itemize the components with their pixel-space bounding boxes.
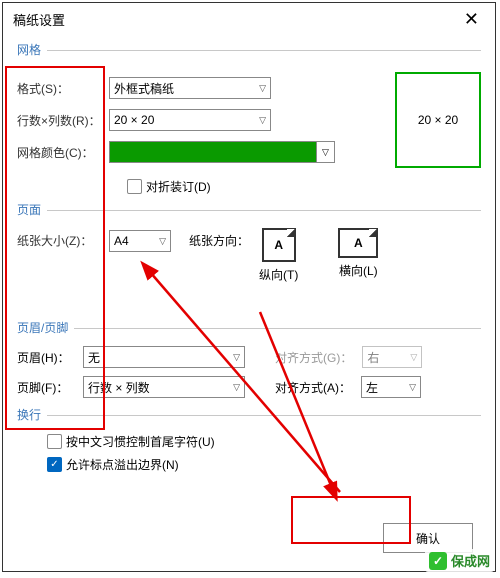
footer-select[interactable]: 行数 × 列数▽ <box>83 376 245 398</box>
fold-checkbox[interactable] <box>127 179 142 194</box>
label-overflow: 允许标点溢出边界(N) <box>66 456 179 473</box>
group-grid: 网格 <box>17 41 41 60</box>
align-a-select[interactable]: 左▽ <box>361 376 421 398</box>
group-wrap: 换行 <box>17 406 41 425</box>
label-format: 格式(S)： <box>17 80 109 97</box>
format-select[interactable]: 外框式稿纸▽ <box>109 77 271 99</box>
chevron-down-icon: ▽ <box>233 352 240 363</box>
grid-preview: 20 × 20 <box>395 72 481 168</box>
label-paperorient: 纸张方向： <box>189 232 249 249</box>
cjk-checkbox[interactable] <box>47 434 62 449</box>
chevron-down-icon: ▽ <box>159 236 166 247</box>
chevron-down-icon: ▽ <box>259 83 266 94</box>
watermark-icon: ✓ <box>429 552 447 570</box>
label-align-a: 对齐方式(A)： <box>275 379 351 396</box>
group-page: 页面 <box>17 201 41 220</box>
dialog-title: 稿纸设置 <box>13 10 65 29</box>
chevron-down-icon: ▽ <box>259 115 266 126</box>
gridcolor-select[interactable]: ▽ <box>109 141 335 163</box>
label-cjk: 按中文习惯控制首尾字符(U) <box>66 433 215 450</box>
header-select[interactable]: 无▽ <box>83 346 245 368</box>
label-portrait: 纵向(T) <box>259 266 298 283</box>
label-align-g: 对齐方式(G)： <box>275 349 352 366</box>
align-g-select: 右▽ <box>362 346 422 368</box>
label-fold: 对折装订(D) <box>146 178 211 195</box>
overflow-checkbox[interactable]: ✓ <box>47 457 62 472</box>
papersize-select[interactable]: A4▽ <box>109 230 171 252</box>
chevron-down-icon: ▽ <box>409 382 416 393</box>
chevron-down-icon: ▽ <box>233 382 240 393</box>
portrait-icon[interactable]: A <box>262 228 296 262</box>
rowscols-select[interactable]: 20 × 20▽ <box>109 109 271 131</box>
label-landscape: 横向(L) <box>339 262 378 279</box>
label-papersize: 纸张大小(Z)： <box>17 228 109 249</box>
watermark: ✓ 保成网 <box>425 549 494 572</box>
label-header: 页眉(H)： <box>17 349 73 366</box>
chevron-down-icon: ▽ <box>410 352 417 363</box>
group-headerfooter: 页眉/页脚 <box>17 319 68 338</box>
close-icon[interactable]: ✕ <box>458 7 485 32</box>
label-gridcolor: 网格颜色(C)： <box>17 144 109 161</box>
landscape-icon[interactable]: A <box>338 228 378 258</box>
color-swatch <box>110 142 316 162</box>
chevron-down-icon: ▽ <box>316 142 334 162</box>
label-rowscols: 行数×列数(R)： <box>17 112 109 129</box>
label-footer: 页脚(F)： <box>17 379 73 396</box>
